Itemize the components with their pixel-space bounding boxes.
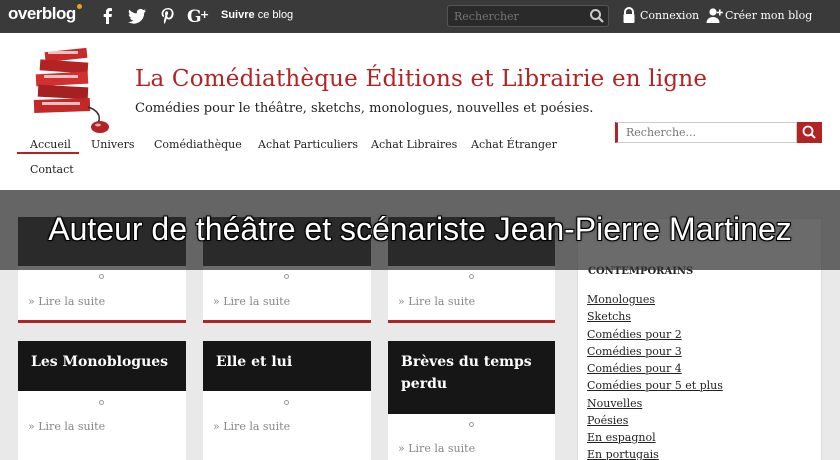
overlay-title: Auteur de théâtre et scénariste Jean-Pie… xyxy=(48,211,792,247)
article-card[interactable]: Les Monoblogues » Lire la suite xyxy=(18,341,186,460)
login-link[interactable]: Connexion xyxy=(640,9,699,22)
sidebar-item-espagnol[interactable]: En espagnol xyxy=(587,431,656,444)
sidebar-item-sketchs[interactable]: Sketchs xyxy=(587,310,631,323)
read-more-link[interactable]: » Lire la suite xyxy=(213,420,290,433)
site-header: La Comédiathèque Éditions et Librairie e… xyxy=(0,33,840,190)
read-more-link[interactable]: » Lire la suite xyxy=(28,295,105,308)
pinterest-icon[interactable] xyxy=(158,6,178,26)
site-title[interactable]: La Comédiathèque Éditions et Librairie e… xyxy=(135,66,707,92)
books-logo-icon[interactable] xyxy=(30,45,120,135)
follow-blog-link[interactable]: Suivre ce blog xyxy=(221,9,293,21)
search-icon xyxy=(802,125,816,139)
read-more-link[interactable]: » Lire la suite xyxy=(213,295,290,308)
top-search-input[interactable] xyxy=(454,9,584,24)
site-search-input[interactable] xyxy=(626,126,786,139)
read-more-link[interactable]: » Lire la suite xyxy=(28,420,105,433)
sidebar-item-comedies-4[interactable]: Comédies pour 4 xyxy=(587,362,682,375)
bullet-icon xyxy=(99,274,104,279)
bullet-icon xyxy=(284,274,289,279)
read-more-link[interactable]: » Lire la suite xyxy=(398,295,475,308)
site-subtitle: Comédies pour le théâtre, sketchs, monol… xyxy=(135,101,594,116)
title-overlay-banner: Auteur de théâtre et scénariste Jean-Pie… xyxy=(0,190,840,270)
user-add-icon xyxy=(706,7,723,24)
twitter-icon[interactable] xyxy=(127,6,147,26)
sidebar-item-monologues[interactable]: Monologues xyxy=(587,293,655,306)
card-title[interactable]: Brèves du temps perdu xyxy=(388,341,555,414)
sidebar-item-poesies[interactable]: Poésies xyxy=(587,414,628,427)
nav-item-univers[interactable]: Univers xyxy=(91,138,135,151)
read-more-link[interactable]: » Lire la suite xyxy=(398,442,475,455)
nav-item-achat-etranger[interactable]: Achat Étranger xyxy=(471,138,557,151)
bullet-icon xyxy=(469,422,474,427)
search-icon[interactable] xyxy=(588,8,606,24)
overblog-top-bar: overblog G+ Suivre ce blog Connexion Cré… xyxy=(0,0,840,33)
site-search-box xyxy=(615,122,797,143)
nav-item-contact[interactable]: Contact xyxy=(30,163,74,176)
site-search-button[interactable] xyxy=(797,122,822,143)
overblog-logo[interactable]: overblog xyxy=(8,4,82,24)
bullet-icon xyxy=(284,400,289,405)
facebook-icon[interactable] xyxy=(98,6,118,26)
article-card[interactable]: Elle et lui » Lire la suite xyxy=(203,341,371,460)
bullet-icon xyxy=(469,274,474,279)
card-title[interactable]: Les Monoblogues xyxy=(18,341,186,391)
sidebar-item-comedies-5-plus[interactable]: Comédies pour 5 et plus xyxy=(587,379,723,392)
nav-item-achat-particuliers[interactable]: Achat Particuliers xyxy=(258,138,358,151)
googleplus-icon[interactable]: G + xyxy=(187,6,211,27)
create-blog-link[interactable]: Créer mon blog xyxy=(725,9,812,22)
nav-item-comediatheque[interactable]: Comédiathèque xyxy=(154,138,242,151)
svg-text:+: + xyxy=(200,8,209,21)
nav-active-indicator xyxy=(17,152,79,154)
sidebar-item-comedies-2[interactable]: Comédies pour 2 xyxy=(587,328,682,341)
top-search-box xyxy=(447,5,609,27)
article-card[interactable]: Brèves du temps perdu » Lire la suite xyxy=(388,341,555,460)
sidebar-item-portugais[interactable]: En portugais xyxy=(587,448,659,460)
sidebar-item-nouvelles[interactable]: Nouvelles xyxy=(587,397,642,410)
sidebar-item-comedies-3[interactable]: Comédies pour 3 xyxy=(587,345,682,358)
nav-item-achat-libraires[interactable]: Achat Libraires xyxy=(371,138,457,151)
nav-item-accueil[interactable]: Accueil xyxy=(30,138,71,151)
bullet-icon xyxy=(99,400,104,405)
lock-icon xyxy=(621,7,637,24)
card-title[interactable]: Elle et lui xyxy=(203,341,371,391)
